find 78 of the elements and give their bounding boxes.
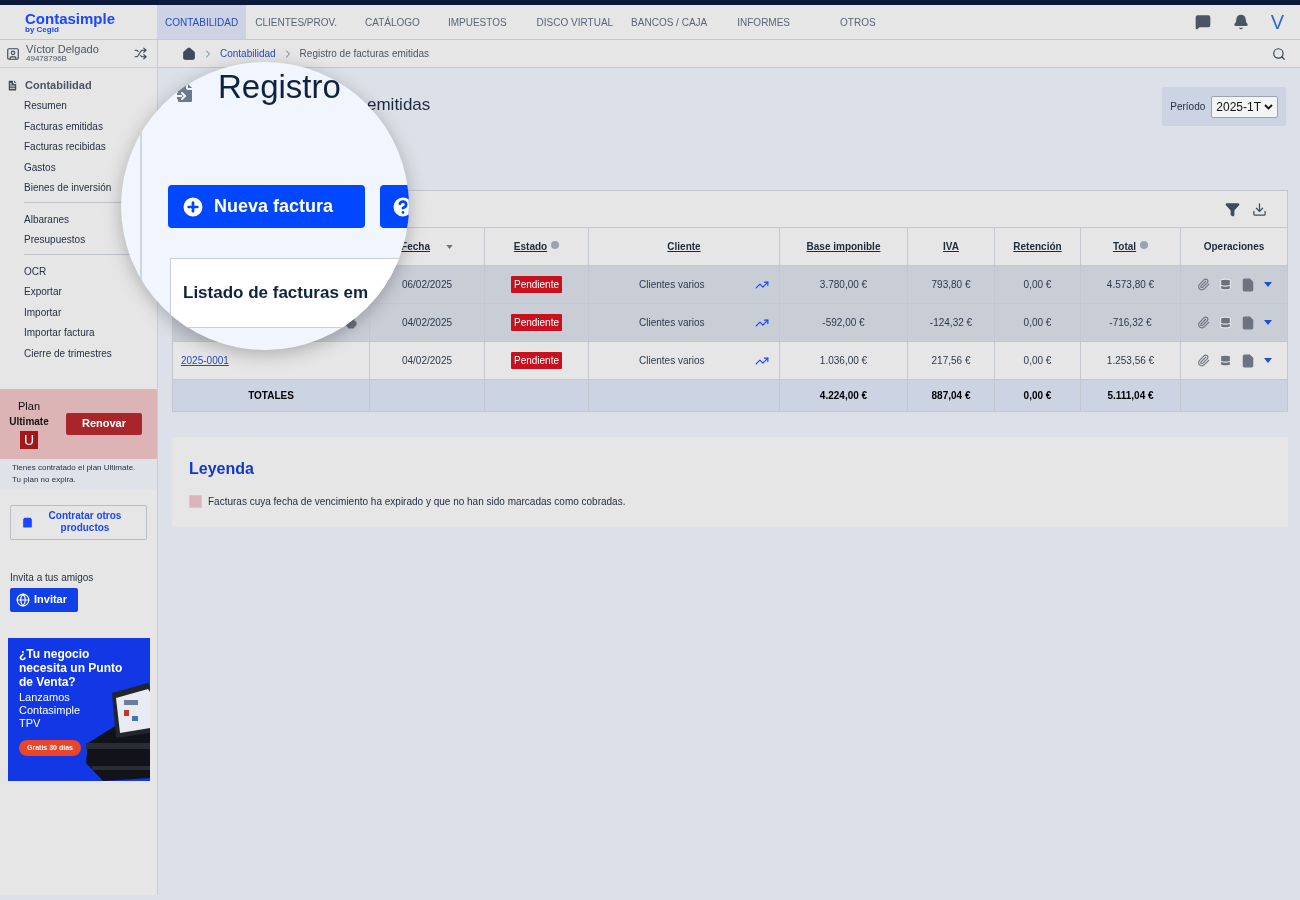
zoomed-title: Registro — [218, 70, 341, 103]
new-invoice-button[interactable]: Nueva factura — [168, 185, 365, 228]
legend-title: Leyenda — [189, 459, 255, 479]
status-badge: Pendiente — [510, 276, 562, 293]
table-cell-text: 0,00 € — [1023, 316, 1052, 330]
status-badge: Pendiente — [510, 314, 562, 331]
nav-tab[interactable]: CATÁLOGO — [356, 5, 429, 39]
invite-button[interactable]: Invitar — [10, 587, 78, 612]
table-cell-text: 1.036,00 € — [819, 354, 868, 368]
promo-text: Lanzamos Contasimple TPV — [19, 690, 82, 730]
promo-headline: ¿Tu negocio necesita un Punto de Venta? — [19, 646, 124, 689]
sidebar-item[interactable]: Cierre de trimestres — [24, 343, 112, 364]
sidebar-item[interactable]: Presupuestos — [24, 229, 86, 250]
totals-label: TOTALES — [248, 389, 294, 403]
column-header[interactable]: Estado — [513, 239, 548, 254]
sidebar-item[interactable]: Facturas recibidas — [24, 136, 106, 157]
total-cell-text: 887,04 € — [931, 389, 971, 403]
table-cell-text: 793,80 € — [931, 278, 971, 292]
nav-tab[interactable]: IMPUESTOS — [438, 5, 516, 39]
sidebar-item[interactable]: Importar factura — [24, 322, 95, 343]
page-title: emitidas — [367, 94, 431, 116]
column-header[interactable]: Retención — [1013, 239, 1062, 254]
table-cell-text: Clientes varios — [639, 354, 705, 368]
table-cell-text: 4.573,80 € — [1106, 278, 1155, 292]
table-cell-text: Clientes varios — [639, 278, 705, 292]
breadcrumb-link[interactable]: Contabilidad — [220, 46, 276, 61]
sidebar-item[interactable]: Resumen — [24, 95, 67, 116]
column-header: Operaciones — [1203, 240, 1265, 254]
invoice-link[interactable]: 2025-0001 — [181, 353, 229, 368]
listing-title: Listado de facturas em — [183, 282, 369, 305]
user-name: Víctor Delgado — [26, 44, 99, 55]
table-cell-text: 0,00 € — [1023, 278, 1052, 292]
sidebar-item[interactable]: Facturas emitidas — [24, 116, 103, 137]
nav-tab[interactable]: OTROS — [831, 5, 885, 39]
nav-tab[interactable]: INFORMES — [728, 5, 800, 39]
sidebar-item[interactable]: Exportar — [24, 281, 62, 302]
plan-note: Tienes contratado el plan Ultimate. — [12, 462, 137, 474]
legend-text: Facturas cuya fecha de vencimiento ha expirado y que no han sido marcadas como cobradas. — [208, 495, 626, 509]
sidebar-item[interactable]: Gastos — [24, 157, 56, 178]
other-products-button[interactable]: Contratar otros productos — [10, 504, 147, 540]
period-label: Período — [1170, 100, 1206, 114]
logo-subtitle: by Cegid — [25, 25, 59, 34]
plan-name: Ultimate — [9, 415, 49, 430]
breadcrumb-current: Registro de facturas emitidas — [299, 47, 430, 61]
table-cell-text: 217,56 € — [931, 354, 971, 368]
table-cell-text: 1.253,56 € — [1106, 354, 1155, 368]
nav-tab[interactable]: CONTABILIDAD — [157, 5, 247, 39]
sidebar-item[interactable]: OCR — [24, 261, 47, 282]
column-header[interactable]: IVA — [943, 239, 959, 254]
table-cell-text: 3.780,00 € — [819, 278, 868, 292]
table-cell-text: Clientes varios — [639, 316, 705, 330]
nav-tab[interactable]: DISCO VIRTUAL — [527, 5, 623, 39]
plan-note: Tu plan no expira. — [12, 474, 77, 486]
user-id: 49478796B — [26, 55, 67, 63]
renew-button[interactable]: Renovar — [66, 412, 142, 435]
sidebar-item[interactable]: Bienes de inversión — [24, 177, 112, 198]
sidebar-item[interactable]: Albaranes — [24, 209, 70, 230]
logo[interactable]: Contasimple — [25, 10, 157, 26]
total-cell-text: 0,00 € — [1023, 389, 1052, 403]
table-cell-text: -124,32 € — [929, 316, 973, 330]
period-select[interactable]: 2025-1T — [1211, 95, 1278, 118]
invite-label: Invita a tus amigos — [10, 570, 95, 585]
status-badge: Pendiente — [510, 352, 562, 369]
total-cell-text: 5.111,04 € — [1107, 389, 1154, 403]
column-header[interactable]: Cliente — [667, 239, 701, 254]
column-header[interactable]: Base imponible — [806, 239, 881, 254]
table-cell-text: 0,00 € — [1023, 354, 1052, 368]
sidebar-item[interactable]: Importar — [24, 302, 62, 323]
table-cell-text: -592,00 € — [822, 316, 865, 330]
nav-tab[interactable]: CLIENTES/PROV. — [246, 5, 347, 39]
sidebar-section[interactable]: Contabilidad — [25, 77, 92, 94]
table-cell-text: -716,32 € — [1109, 316, 1152, 330]
plan-badge: U — [20, 431, 38, 450]
column-header[interactable]: Total — [1112, 239, 1137, 254]
total-cell-text: 4.224,00 € — [819, 389, 868, 403]
nav-tab[interactable]: BANCOS / CAJA — [622, 5, 717, 39]
plan-label: Plan — [18, 398, 40, 414]
user-avatar[interactable]: V — [1270, 12, 1284, 32]
